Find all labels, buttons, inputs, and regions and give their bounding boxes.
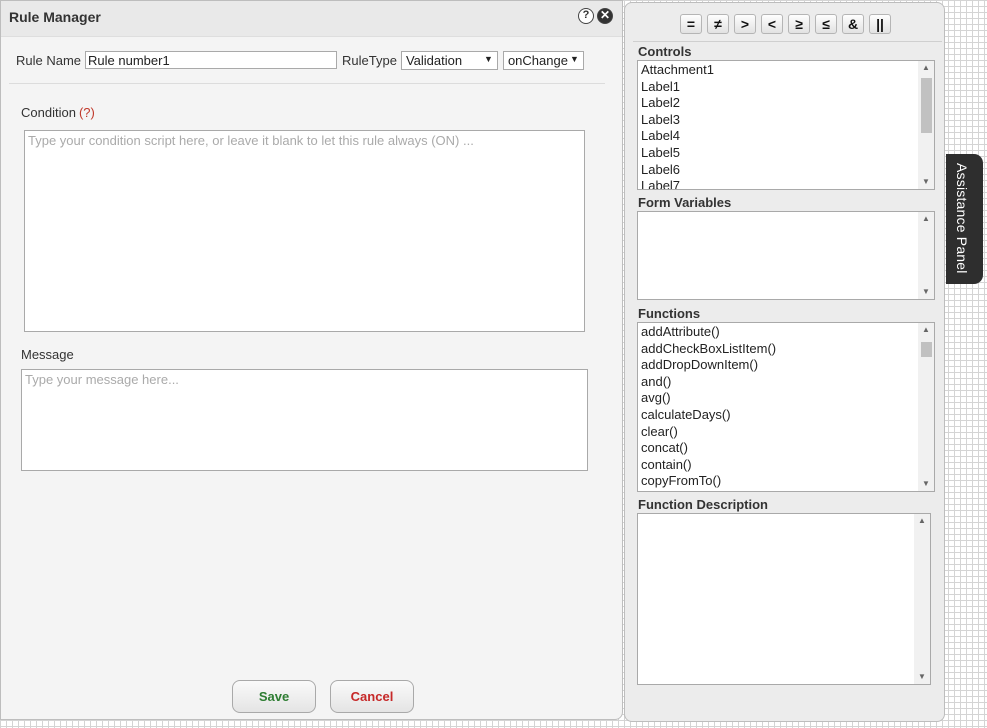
message-label: Message (21, 347, 74, 362)
condition-textarea[interactable]: Type your condition script here, or leav… (24, 130, 585, 332)
message-textarea[interactable]: Type your message here... (21, 369, 588, 471)
condition-label: Condition (21, 105, 76, 120)
less-than-operator-button[interactable]: < (761, 14, 783, 34)
not-equals-operator-button[interactable]: ≠ (707, 14, 729, 34)
functions-label: Functions (638, 306, 701, 321)
list-item[interactable]: addAttribute() (641, 324, 934, 341)
scroll-down-icon[interactable]: ▼ (918, 285, 934, 299)
rule-name-label: Rule Name (16, 52, 82, 68)
condition-help-link[interactable]: (?) (79, 105, 95, 120)
list-item[interactable]: Label6 (641, 162, 934, 179)
controls-scrollbar[interactable]: ▲ ▼ (918, 61, 934, 189)
assistance-panel-tab-label: Assistance Panel (954, 163, 970, 274)
form-variables-label: Form Variables (638, 195, 732, 210)
event-select[interactable]: onChange ▼ (502, 50, 584, 70)
cancel-button[interactable]: Cancel (330, 680, 414, 713)
scroll-thumb[interactable] (921, 342, 932, 357)
list-item[interactable]: Label4 (641, 128, 934, 145)
list-item[interactable]: addDropDownItem() (641, 357, 934, 374)
scroll-up-icon[interactable]: ▲ (918, 61, 934, 75)
list-item[interactable]: copyFromTo() (641, 473, 934, 490)
less-equal-operator-button[interactable]: ≤ (815, 14, 837, 34)
list-item[interactable]: Attachment1 (641, 62, 934, 79)
and-operator-button[interactable]: & (842, 14, 864, 34)
list-item[interactable]: concat() (641, 440, 934, 457)
scroll-thumb[interactable] (921, 78, 932, 133)
close-icon[interactable]: ✕ (597, 8, 613, 24)
dropdown-arrow-icon: ▼ (570, 53, 579, 64)
form-variables-scrollbar[interactable]: ▲ ▼ (918, 212, 934, 299)
equals-operator-button[interactable]: = (680, 14, 702, 34)
list-item[interactable]: Label2 (641, 95, 934, 112)
greater-equal-operator-button[interactable]: ≥ (788, 14, 810, 34)
function-description-box: ▲ ▼ (637, 513, 931, 685)
list-item[interactable]: Label3 (641, 112, 934, 129)
scroll-up-icon[interactable]: ▲ (918, 323, 934, 337)
functions-scrollbar[interactable]: ▲ ▼ (918, 323, 934, 491)
list-item[interactable]: Label7 (641, 178, 934, 189)
list-item[interactable]: contain() (641, 457, 934, 474)
rule-type-select[interactable]: Validation ▼ (400, 50, 498, 70)
assistance-panel: = ≠ > < ≥ ≤ & || Controls Attachment1 La… (624, 2, 945, 722)
rule-type-value: Validation (405, 52, 463, 68)
list-item[interactable]: avg() (641, 390, 934, 407)
event-value: onChange (507, 52, 568, 68)
scroll-down-icon[interactable]: ▼ (918, 477, 934, 491)
greater-than-operator-button[interactable]: > (734, 14, 756, 34)
list-item[interactable]: Label1 (641, 79, 934, 96)
dialog-titlebar[interactable]: Rule Manager ? ✕ (1, 1, 622, 37)
help-icon[interactable]: ? (578, 8, 594, 24)
list-item[interactable]: Label5 (641, 145, 934, 162)
rule-settings-row: Rule Name RuleType Validation ▼ onChange… (16, 50, 584, 70)
controls-list[interactable]: Attachment1 Label1 Label2 Label3 Label4 … (637, 60, 935, 190)
controls-label: Controls (638, 44, 692, 59)
functions-list[interactable]: addAttribute() addCheckBoxListItem() add… (637, 322, 935, 492)
assistance-panel-tab[interactable]: Assistance Panel (946, 154, 983, 284)
rule-name-input[interactable] (85, 51, 338, 69)
function-description-label: Function Description (638, 497, 768, 512)
form-variables-list[interactable]: ▲ ▼ (637, 211, 935, 300)
divider (633, 41, 942, 42)
scroll-up-icon[interactable]: ▲ (918, 212, 934, 226)
save-button[interactable]: Save (232, 680, 316, 713)
or-operator-button[interactable]: || (869, 14, 891, 34)
divider (9, 83, 605, 84)
dropdown-arrow-icon: ▼ (484, 53, 493, 64)
function-description-scrollbar[interactable]: ▲ ▼ (914, 514, 930, 684)
list-item[interactable]: addCheckBoxListItem() (641, 341, 934, 358)
list-item[interactable]: calculateDays() (641, 407, 934, 424)
scroll-up-icon[interactable]: ▲ (914, 514, 930, 528)
rule-manager-dialog: Rule Manager ? ✕ Rule Name RuleType Vali… (0, 0, 623, 720)
condition-placeholder: Type your condition script here, or leav… (28, 133, 474, 148)
scroll-down-icon[interactable]: ▼ (918, 175, 934, 189)
rule-type-label: RuleType (342, 52, 397, 68)
dialog-title: Rule Manager (9, 9, 101, 25)
list-item[interactable]: and() (641, 374, 934, 391)
scroll-down-icon[interactable]: ▼ (914, 670, 930, 684)
operator-toolbar: = ≠ > < ≥ ≤ & || (680, 14, 891, 34)
list-item[interactable]: clear() (641, 424, 934, 441)
message-placeholder: Type your message here... (25, 372, 179, 387)
condition-label-wrap: Condition (?) (21, 105, 95, 120)
